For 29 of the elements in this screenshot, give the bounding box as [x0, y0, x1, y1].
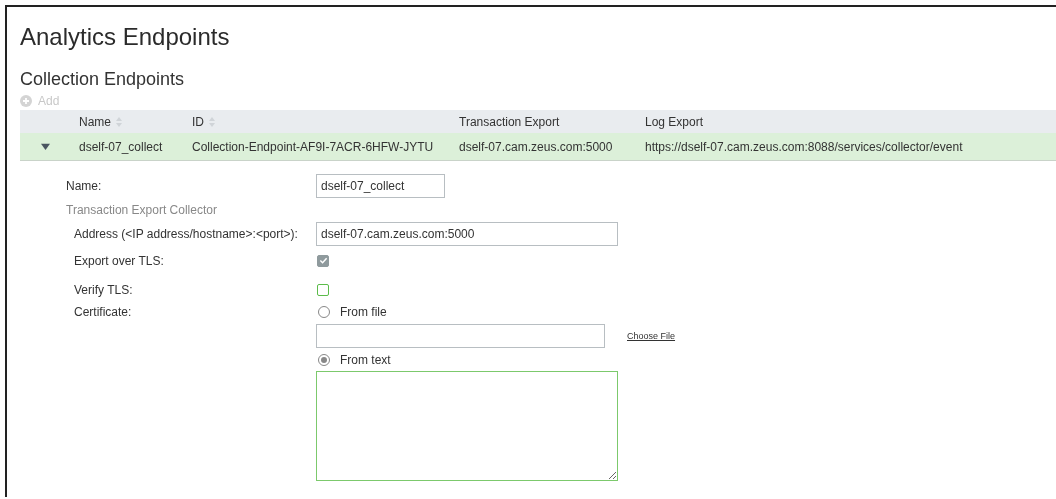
column-header[interactable]: Transaction Export: [459, 114, 560, 129]
caret-icon[interactable]: [41, 142, 50, 151]
radio-label[interactable]: From text: [340, 353, 391, 367]
table-cell: Collection-Endpoint-AF9I-7ACR-6HFW-JYTU: [192, 139, 434, 154]
name-field[interactable]: dself-07_collect: [316, 174, 445, 198]
column-header[interactable]: ID: [192, 114, 215, 129]
group-title: Transaction Export Collector: [65, 203, 218, 217]
table-cell: dself-07.cam.zeus.com:5000: [459, 139, 613, 154]
certificate-text-field[interactable]: [316, 371, 618, 481]
field-label: Certificate:: [73, 304, 133, 320]
choose-file-link[interactable]: Choose File: [627, 331, 676, 341]
field-label: Name:: [65, 179, 103, 193]
field-label: Verify TLS:: [73, 282, 134, 297]
checkbox[interactable]: [317, 283, 329, 296]
file-field[interactable]: [316, 324, 605, 348]
table-cell: https://dself-07.cam.zeus.com:8088/services/collector/event: [645, 139, 963, 154]
table-row[interactable]: dself-07_collect Collection-Endpoint-AF9I-7ACR-6HFW-JYTU dself-07.cam.zeus.com:5000 https://dself-07.cam.zeus.com:8088/services/collector/event: [20, 133, 1056, 161]
section-title: Collection Endpoints: [20, 68, 186, 91]
sort-icon: [116, 116, 122, 127]
address-field[interactable]: dself-07.cam.zeus.com:5000: [316, 222, 618, 246]
radio-label[interactable]: From file: [340, 305, 387, 319]
column-header[interactable]: Log Export: [645, 114, 704, 129]
plus-icon: [20, 95, 32, 107]
sort-icon: [209, 116, 215, 127]
field-label: Address (<IP address/hostname>:<port>):: [73, 227, 299, 241]
table-cell: dself-07_collect: [79, 139, 163, 154]
page-title: Analytics Endpoints: [20, 22, 231, 52]
column-header[interactable]: Name: [79, 114, 122, 129]
field-label: Export over TLS:: [73, 253, 165, 268]
